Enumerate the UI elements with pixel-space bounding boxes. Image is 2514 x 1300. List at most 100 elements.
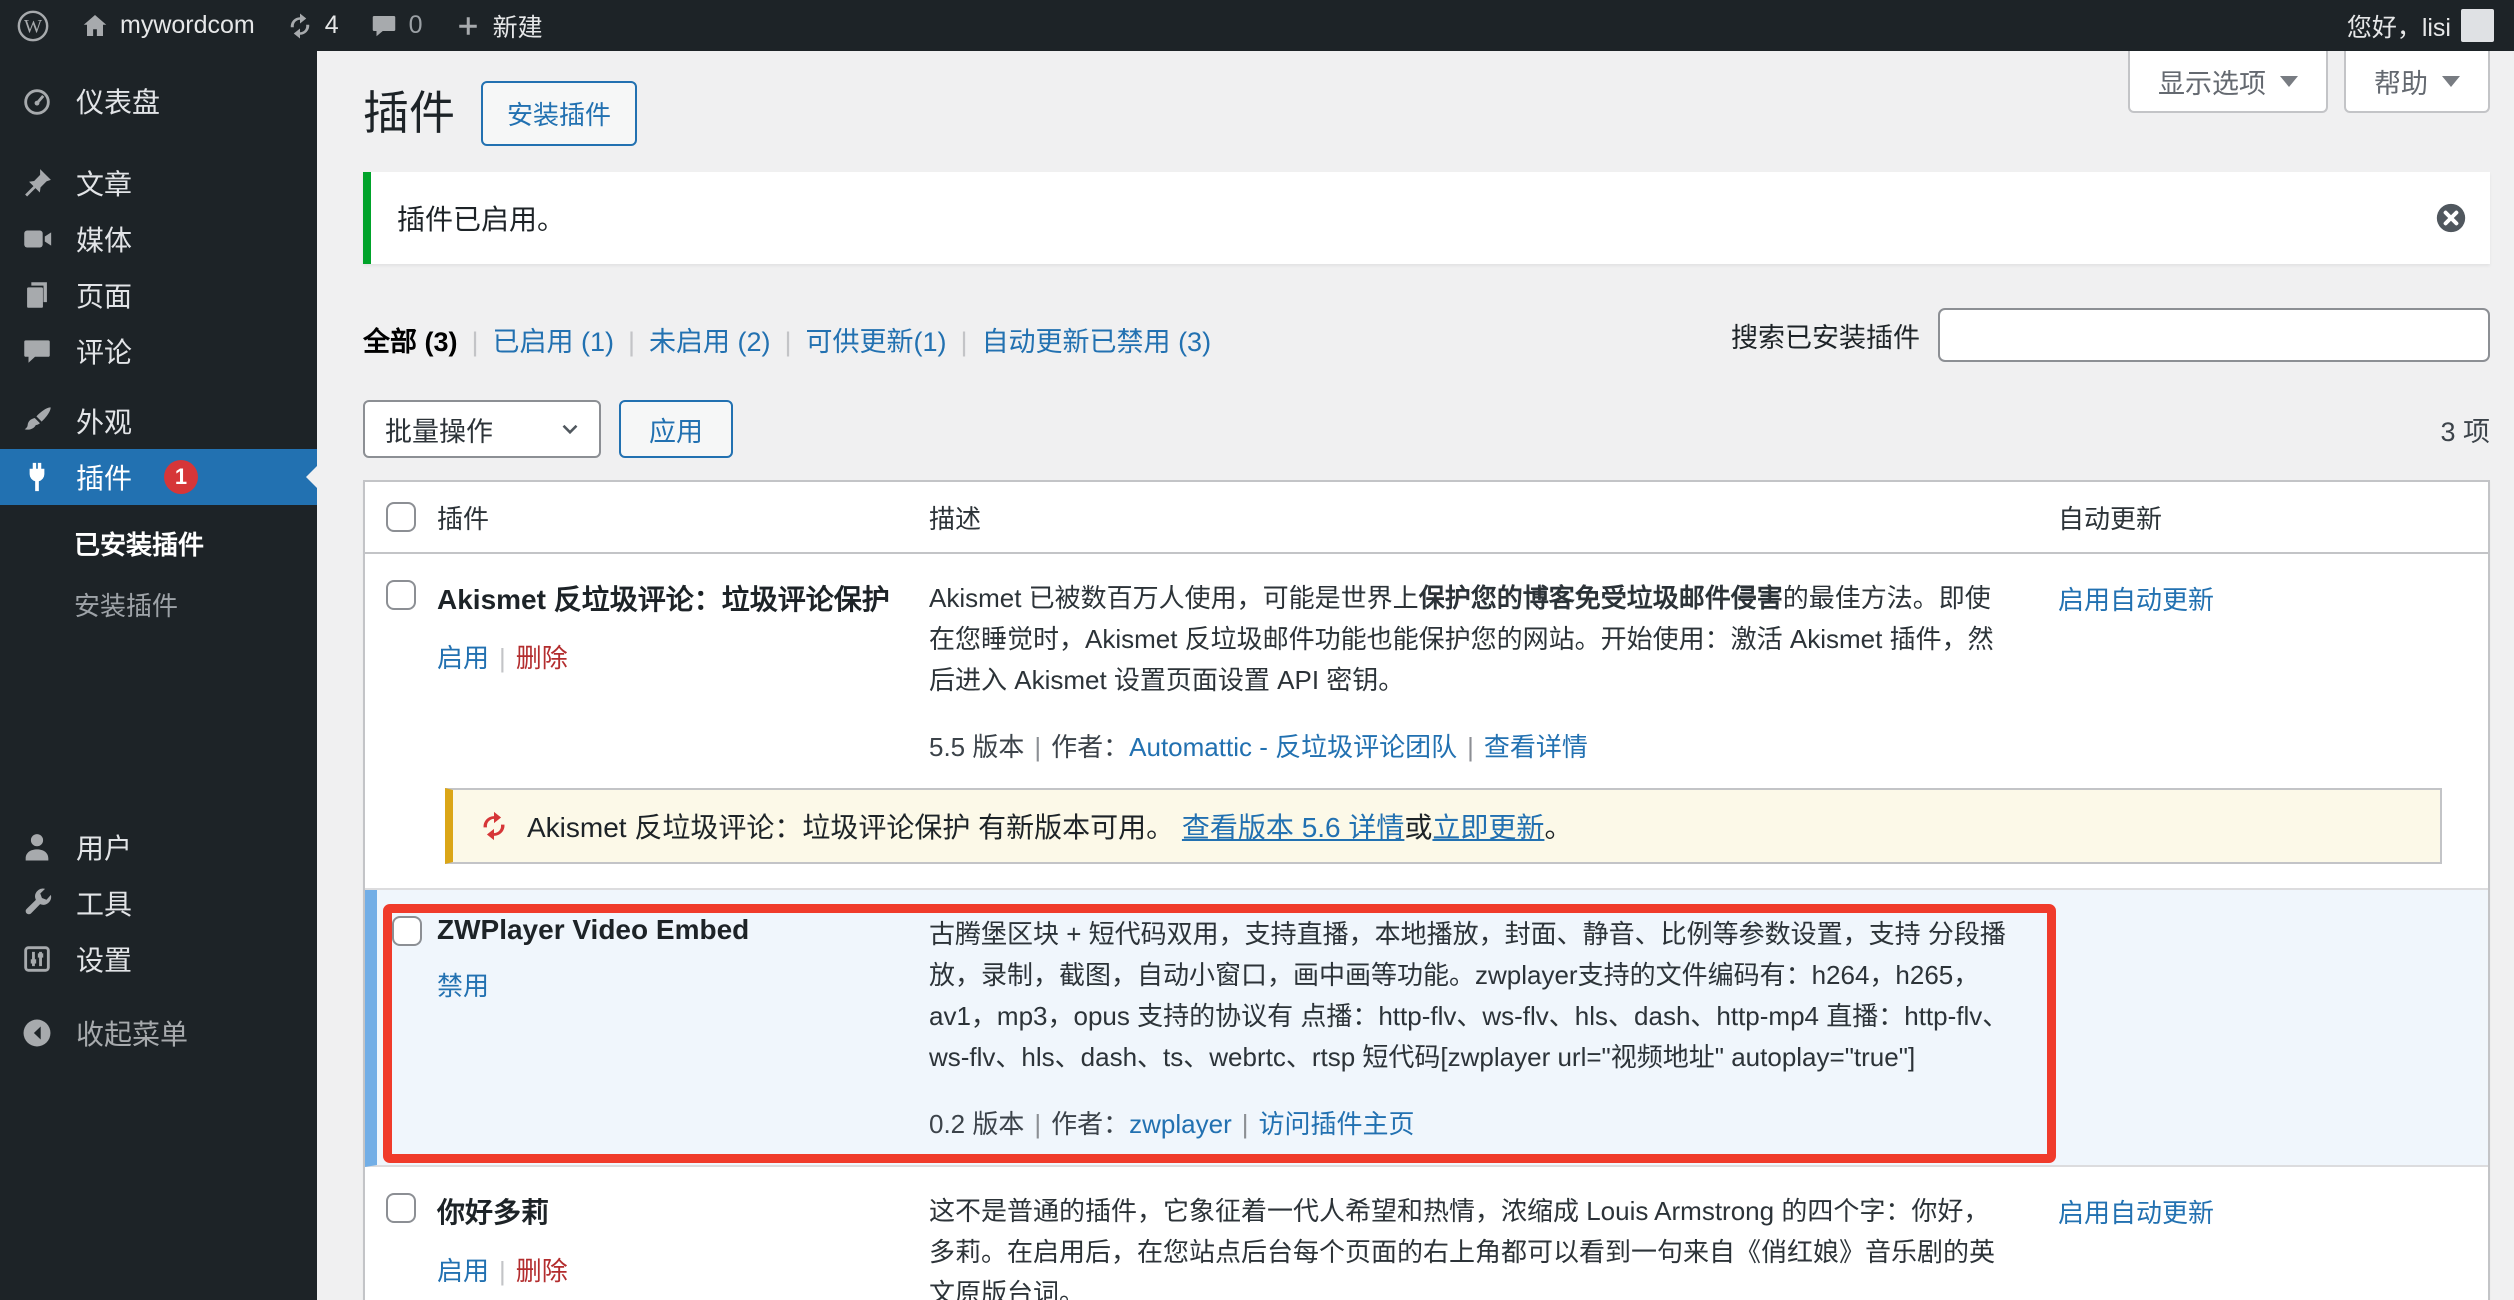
updates-menu[interactable]: 4 [285,0,339,51]
bulk-action-label: 批量操作 [385,410,493,449]
plugin-name: 你好多莉 [437,1191,907,1231]
wordpress-logo-icon: W [16,9,50,43]
plugin-description: Akismet 已被数百万人使用，可能是世界上保护您的博客免受垃圾邮件侵害的最佳… [929,578,2010,701]
plugin-description: 这不是普通的插件，它象征着一代人希望和热情，浓缩成 Louis Armstron… [929,1191,2010,1300]
site-menu[interactable]: mywordcom [80,0,255,51]
column-header-plugin[interactable]: 插件 [437,499,929,536]
table-row-hello-dolly: 你好多莉 启用|删除 这不是普通的插件，它象征着一代人希望和热情，浓缩成 Lou… [365,1167,2488,1300]
screen-options-button[interactable]: 显示选项 [2128,51,2328,113]
sidebar-item-comments[interactable]: 评论 [0,323,317,379]
wordpress-logo-menu[interactable]: W [16,0,50,51]
deactivate-link[interactable]: 禁用 [437,971,489,1001]
new-content-menu[interactable]: 新建 [453,0,543,51]
greeting-text: 您好，lisi [2347,8,2451,44]
filter-inactive[interactable]: 未启用 (2) [649,327,771,357]
dashboard-icon [20,84,54,118]
media-icon [20,222,54,256]
enable-auto-update-link[interactable]: 启用自动更新 [2058,585,2214,615]
row-checkbox[interactable] [392,916,422,946]
sidebar-item-label: 设置 [76,939,132,979]
user-icon [20,830,54,864]
column-header-auto-update: 自动更新 [2046,499,2488,536]
update-count: 4 [325,11,339,40]
filter-auto-updates-disabled[interactable]: 自动更新已禁用 (3) [982,327,1212,357]
activate-link[interactable]: 启用 [437,643,489,673]
chevron-down-icon [2280,76,2298,96]
plugins-submenu: 已安装插件 安装插件 [0,505,317,651]
wrench-icon [20,886,54,920]
updates-icon [285,11,315,41]
plugin-name: ZWPlayer Video Embed [437,914,907,946]
row-checkbox[interactable] [386,1193,416,1223]
sidebar-item-appearance[interactable]: 外观 [0,393,317,449]
dismiss-notice-icon[interactable] [2434,201,2468,235]
plus-icon [453,11,483,41]
help-button[interactable]: 帮助 [2344,51,2490,113]
enable-auto-update-link[interactable]: 启用自动更新 [2058,1198,2214,1228]
view-version-details-link[interactable]: 查看版本 5.6 详情 [1182,812,1404,843]
admin-sidebar: 仪表盘 文章 媒体 页面 [0,51,317,1300]
sidebar-item-add-plugins[interactable]: 安装插件 [0,574,317,635]
new-label: 新建 [493,8,543,44]
apply-button[interactable]: 应用 [619,400,733,458]
sidebar-item-label: 文章 [76,163,132,203]
plugin-name: Akismet 反垃圾评论：垃圾评论保护 [437,578,907,618]
sidebar-item-dashboard[interactable]: 仪表盘 [0,73,317,129]
update-now-link[interactable]: 立即更新 [1432,812,1544,843]
column-header-description: 描述 [929,499,2046,536]
update-count-badge: 1 [164,460,198,494]
home-icon [80,11,110,41]
select-all-checkbox[interactable] [386,502,416,532]
search-input[interactable] [1938,308,2490,362]
notice-text: 插件已启用。 [397,204,565,235]
content-area: 显示选项 帮助 插件 安装插件 插件已启用。 全部 (3)|已启用 [317,51,2514,1300]
site-name: mywordcom [120,11,255,40]
table-row-akismet: Akismet 反垃圾评论：垃圾评论保护 启用|删除 Akismet 已被数百万… [365,554,2488,788]
visit-plugin-site-link[interactable]: 访问插件主页 [1259,1109,1415,1139]
search-label: 搜索已安装插件 [1731,316,1920,355]
page-title: 插件 [363,87,455,140]
plugin-update-row: Akismet 反垃圾评论：垃圾评论保护 有新版本可用。 查看版本 5.6 详情… [365,788,2488,890]
row-checkbox[interactable] [386,580,416,610]
brush-icon [20,404,54,438]
delete-link[interactable]: 删除 [516,643,568,673]
sidebar-item-settings[interactable]: 设置 [0,931,317,987]
pages-icon [20,278,54,312]
table-header-row: 插件 描述 自动更新 [365,482,2488,554]
sidebar-item-collapse-menu[interactable]: 收起菜单 [0,1005,317,1061]
sidebar-item-media[interactable]: 媒体 [0,211,317,267]
filter-active[interactable]: 已启用 (1) [493,327,615,357]
update-notice: Akismet 反垃圾评论：垃圾评论保护 有新版本可用。 查看版本 5.6 详情… [445,788,2442,864]
activate-link[interactable]: 启用 [437,1256,489,1286]
sidebar-item-users[interactable]: 用户 [0,819,317,875]
plugin-icon [20,460,54,494]
sidebar-item-tools[interactable]: 工具 [0,875,317,931]
avatar [2461,9,2494,42]
sidebar-item-label: 评论 [76,331,132,371]
item-count: 3 项 [2440,410,2490,449]
author-link[interactable]: zwplayer [1129,1109,1232,1139]
bulk-action-select[interactable]: 批量操作 [363,400,601,458]
sidebar-item-label: 工具 [76,883,132,923]
filter-all[interactable]: 全部 (3) [363,327,458,357]
sidebar-item-label: 外观 [76,401,132,441]
wordpress-plugins-page: W mywordcom 4 0 [0,0,2514,1300]
add-plugin-button[interactable]: 安装插件 [481,81,637,146]
filter-update-available[interactable]: 可供更新(1) [806,327,947,357]
comments-menu[interactable]: 0 [369,0,423,51]
comments-icon [20,334,54,368]
sidebar-item-label: 仪表盘 [76,81,160,121]
success-notice: 插件已启用。 [363,172,2490,264]
delete-link[interactable]: 删除 [516,1256,568,1286]
sidebar-item-installed-plugins[interactable]: 已安装插件 [0,513,317,574]
view-details-link[interactable]: 查看详情 [1484,732,1588,762]
my-account-menu[interactable]: 您好，lisi [2347,0,2494,51]
author-link[interactable]: Automattic - 反垃圾评论团队 [1129,732,1457,762]
chevron-down-icon [2442,76,2460,96]
sidebar-item-plugins[interactable]: 插件 1 [0,449,317,505]
comment-bubble-icon [369,11,399,41]
sidebar-item-pages[interactable]: 页面 [0,267,317,323]
svg-text:W: W [24,16,42,37]
plugins-table: 插件 描述 自动更新 Akismet 反垃圾评论：垃圾评论保护 启用|删除 Ak… [363,480,2490,1300]
sidebar-item-posts[interactable]: 文章 [0,155,317,211]
